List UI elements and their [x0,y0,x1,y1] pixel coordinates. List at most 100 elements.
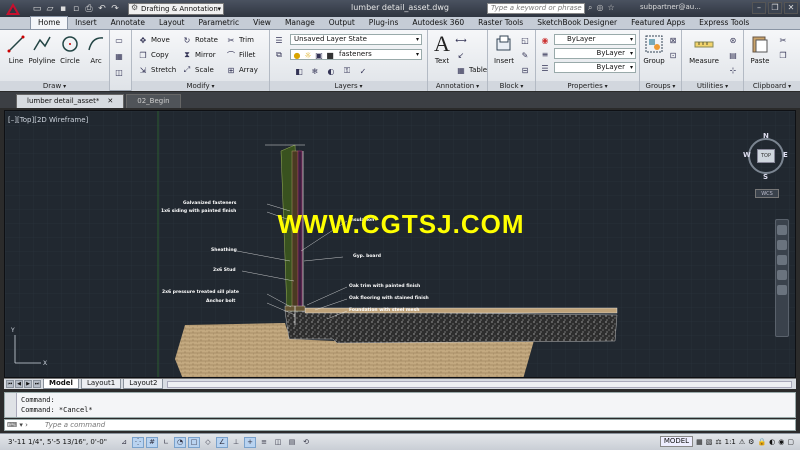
dimension-tool[interactable]: ⟷ [455,34,466,46]
file-tab-02-begin[interactable]: 02_Begin [126,94,181,108]
ortho-mode-icon[interactable]: ∟ [160,437,172,448]
quick-select-tool[interactable]: ⊛ [728,34,738,46]
group-edit-tool[interactable]: ⊡ [668,49,678,61]
attribute-tool[interactable]: ⊟ [520,64,530,76]
ribbon-tab-view[interactable]: View [246,17,278,29]
hardware-acceleration-icon[interactable]: ◐ [769,438,775,446]
circle-tool[interactable]: Circle [56,32,84,65]
mirror-tool[interactable]: ⧗ Mirror [182,49,215,61]
viewcube[interactable]: N S W E TOP WCS [743,132,789,198]
save-as-icon[interactable]: ▫ [71,4,81,14]
infer-constraints-icon[interactable]: ⊿ [118,437,130,448]
table-tool[interactable]: ▦ Table [456,64,487,76]
lock-ui-icon[interactable]: 🔒 [757,438,766,446]
id-point-tool[interactable]: ⊹ [728,64,738,76]
ribbon-tab-sketchbook-designer[interactable]: SketchBook Designer [530,17,624,29]
quick-view-drawings-icon[interactable]: ▧ [706,438,713,446]
ribbon-tab-manage[interactable]: Manage [278,17,322,29]
command-prompt-icons[interactable]: ⌨ ▾ › [7,421,28,429]
clean-screen-icon[interactable]: ▢ [787,438,794,446]
plot-icon[interactable]: ⎙ [84,4,94,14]
draw-panel-label[interactable]: Draw [0,81,109,91]
layer-state-dropdown[interactable]: Unsaved Layer State [290,34,422,45]
trim-tool[interactable]: ✂ Trim [226,34,254,46]
scale-tool[interactable]: ⤢ Scale [182,64,214,76]
command-window-gutter[interactable] [5,393,17,417]
transparency-icon[interactable]: ◫ [272,437,284,448]
grid-display-icon[interactable]: # [146,436,158,448]
layer-properties-tool[interactable]: ☰ [274,34,284,46]
selection-cycling-icon[interactable]: ⟲ [300,437,312,448]
command-input[interactable] [45,420,745,430]
pan-icon[interactable] [777,240,787,250]
redo-icon[interactable]: ↷ [110,4,120,14]
linetype-icon-btn[interactable]: ≡ [540,48,550,60]
close-tab-icon[interactable]: ✕ [107,97,113,105]
layer-isolate-icon[interactable]: ◧ [294,66,304,76]
copy-clip-tool[interactable]: ❐ [778,49,788,61]
zoom-icon[interactable] [777,255,787,265]
new-icon[interactable]: ▭ [32,4,42,14]
drawing-viewport[interactable]: Y X [–][Top][2D Wireframe] Galvanized fa… [4,110,796,378]
hatch-tool[interactable]: ▦ [114,50,124,62]
search-icon[interactable]: ⌕ [588,3,592,13]
viewcube-south[interactable]: S [763,173,768,181]
workspace-switching-icon[interactable]: ⚙ [748,438,754,446]
snap-mode-icon[interactable]: ⁛ [132,436,144,448]
restore-button[interactable]: ❐ [768,2,782,14]
horizontal-scrollbar[interactable] [167,380,792,388]
annotation-panel-label[interactable]: Annotation [428,81,487,91]
lightbulb-icon[interactable]: ● [292,50,302,60]
model-space-button[interactable]: MODEL [659,436,694,447]
layer-color-icon[interactable]: ■ [325,50,335,60]
polar-tracking-icon[interactable]: ◔ [174,436,186,448]
ribbon-tab-raster-tools[interactable]: Raster Tools [471,17,530,29]
layer-lock-icon[interactable]: ⚿ [342,66,352,76]
move-tool[interactable]: ✥ Move [138,34,170,46]
block-panel-label[interactable]: Block [488,81,535,91]
viewcube-north[interactable]: N [763,132,769,140]
modify-panel-label[interactable]: Modify [132,81,269,91]
region-tool[interactable]: ◫ [114,66,124,78]
object-snap-tracking-icon[interactable]: ∠ [216,436,228,448]
showmotion-icon[interactable] [777,285,787,295]
copy-tool[interactable]: ❐ Copy [138,49,168,61]
layer-tool-2[interactable]: ⧉ [274,49,284,61]
rotate-tool[interactable]: ↻ Rotate [182,34,218,46]
lock-icon[interactable]: ▣ [314,50,324,60]
quick-properties-icon[interactable]: ▤ [286,437,298,448]
open-icon[interactable]: ▱ [45,4,55,14]
prev-layout-icon[interactable]: ◀ [15,380,23,388]
edit-block-tool[interactable]: ✎ [520,49,530,61]
drawing-canvas[interactable]: Y X [5,111,796,378]
next-layout-icon[interactable]: ▶ [24,380,32,388]
properties-panel-label[interactable]: Properties [536,81,639,91]
array-tool[interactable]: ⊞ Array [226,64,258,76]
groups-panel-label[interactable]: Groups [640,81,681,91]
ribbon-tab-plug-ins[interactable]: Plug-ins [362,17,406,29]
isolate-objects-icon[interactable]: ◉ [778,438,784,446]
annotation-scale-value[interactable]: 1:1 [725,438,736,446]
line-tool[interactable]: Line [2,32,30,65]
ribbon-tab-home[interactable]: Home [30,16,69,29]
layout-tab-model[interactable]: Model [43,379,79,389]
annotation-visibility-icon[interactable]: ⚠ [739,438,745,446]
star-icon[interactable]: ☆ [607,3,614,13]
clipboard-panel-label[interactable]: Clipboard [744,81,800,91]
ribbon-tab-output[interactable]: Output [322,17,362,29]
viewcube-top-face[interactable]: TOP [757,149,775,163]
ribbon-tab-parametric[interactable]: Parametric [192,17,247,29]
undo-icon[interactable]: ↶ [97,4,107,14]
3d-object-snap-icon[interactable]: ◇ [202,437,214,448]
dynamic-input-icon[interactable]: + [244,436,256,448]
application-menu-button[interactable] [0,0,26,17]
utilities-panel-label[interactable]: Utilities [682,81,743,91]
viewport-controls-label[interactable]: [–][Top][2D Wireframe] [8,116,88,124]
viewcube-east[interactable]: E [783,151,788,159]
dynamic-ucs-icon[interactable]: ⊥ [230,437,242,448]
ribbon-tab-layout[interactable]: Layout [152,17,192,29]
wcs-menu[interactable]: WCS [755,189,779,198]
rectangle-tool[interactable]: ▭ [114,34,124,46]
first-layout-icon[interactable]: ⏮ [6,380,14,388]
save-icon[interactable]: ▪ [58,4,68,14]
